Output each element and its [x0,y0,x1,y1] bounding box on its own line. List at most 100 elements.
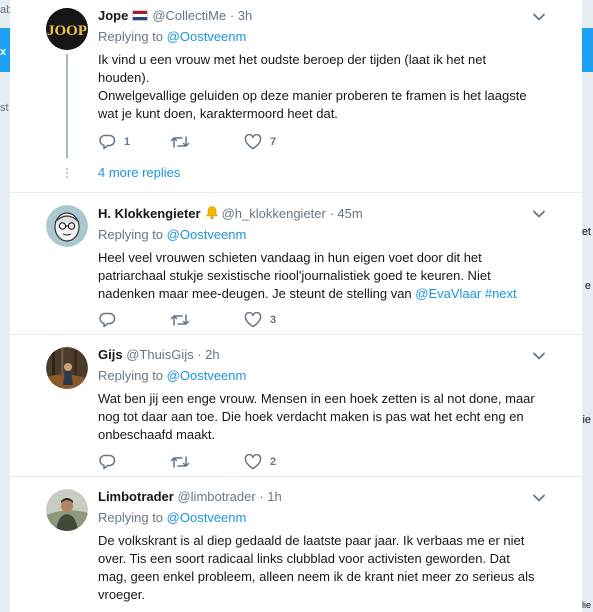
background-text: ie [582,414,591,426]
tweet[interactable]: JOOP Jope @CollectiMe · 3h Replying to @O… [10,0,582,193]
tweet-text-line: nog tot daar aan toe. Die hoek verdacht … [98,409,524,424]
tweet-text-line: Ik vind u een vrouw met het oudste beroe… [98,52,487,67]
background-text: x [0,46,7,58]
handle[interactable]: @limbotrader [177,489,255,504]
retweet-icon [170,456,190,468]
netherlands-flag-icon [132,10,149,21]
replying-to: Replying to @Oostveenm [98,510,570,526]
reply-button[interactable]: 1 [98,133,130,151]
retweet-icon [170,314,190,326]
reply-button[interactable] [98,453,124,471]
replying-to-label: Replying to [98,368,164,383]
heart-icon [244,134,262,150]
tweet-actions: 2 [98,453,358,473]
tweet-text-line: Heel veel vrouwen schieten vandaag in hu… [98,250,482,265]
retweet-button[interactable] [170,311,198,329]
tweet[interactable]: Limbotrader @limbotrader · 1h Replying t… [10,477,582,612]
tweet-text-segment: nadenken maar mee-deugen. Je steunt de s… [98,286,416,301]
thread-connector [66,54,68,158]
separator-dot: · [226,8,238,23]
avatar[interactable] [46,205,88,247]
display-name[interactable]: H. Klokkengieter [98,206,201,221]
like-button[interactable]: 2 [244,453,276,471]
tweet-text-line: wat je kunt doen, karaktermoord heet dat… [98,106,338,121]
avatar-photo-icon [46,347,88,389]
avatar[interactable] [46,489,88,531]
background-text: e [584,280,591,292]
handle[interactable]: @CollectiMe [152,8,226,23]
separator-dot: · [325,206,338,221]
handle[interactable]: @ThuisGijs [126,347,193,362]
chevron-down-icon[interactable] [532,10,546,24]
tweet-actions: 3 [98,311,358,331]
tweet-text-line: houden). [98,70,150,85]
like-button[interactable]: 3 [244,311,276,329]
chevron-down-icon[interactable] [532,207,546,221]
heart-icon [244,312,262,328]
replying-to-mention[interactable]: @Oostveenm [167,368,247,383]
replying-to-mention[interactable]: @Oostveenm [167,510,247,525]
reply-button[interactable] [98,311,124,329]
display-name[interactable]: Gijs [98,347,123,362]
tweet-text-line: Onwelgevallige geluiden op deze manier p… [98,88,527,103]
separator-dot: · [193,347,206,362]
avatar[interactable] [46,347,88,389]
more-replies-link[interactable]: 4 more replies [98,165,180,180]
tweet-text: Ik vind u een vrouw met het oudste beroe… [98,51,570,123]
background-text: et [581,226,591,238]
tweet-actions: 1 7 [98,133,358,153]
svg-text:JOOP: JOOP [47,23,87,39]
like-count: 7 [270,136,277,148]
hashtag-link[interactable]: #next [485,286,517,301]
tweet-header: Jope @CollectiMe · 3h [98,8,570,24]
tweet-text-line: vroeger. [98,587,145,602]
joop-logo-icon: JOOP [46,8,88,50]
reply-count: 1 [124,136,131,148]
replying-to-mention[interactable]: @Oostveenm [167,29,247,44]
tweet-text-line: patriarchaal stukje sexistische riool'jo… [98,268,491,283]
tweet-text-line: mag, geen enkel probleem, alleen neem ik… [98,569,535,584]
tweet-text-line: over. Tis een soort radicaal links clubb… [98,551,510,566]
replying-to-mention[interactable]: @Oostveenm [167,227,247,242]
heart-icon [244,454,262,470]
tweet-header: Limbotrader @limbotrader · 1h [98,489,570,505]
avatar-photo-icon [46,489,88,531]
tweet-text: Wat ben jij een enge vrouw. Mensen in ee… [98,390,570,444]
tweet-text: De volkskrant is al diep gedaald de laat… [98,532,570,604]
like-count: 3 [270,314,277,326]
tweet[interactable]: H. Klokkengieter @h_klokkengieter · 45m R… [10,193,582,335]
retweet-button[interactable] [170,453,198,471]
replying-to: Replying to @Oostveenm [98,29,570,45]
replying-to: Replying to @Oostveenm [98,227,570,243]
reply-icon [99,134,116,150]
tweet-header: Gijs @ThuisGijs · 2h [98,347,570,363]
reply-icon [99,312,116,328]
tweet[interactable]: Gijs @ThuisGijs · 2h Replying to @Oostve… [10,335,582,477]
like-button[interactable]: 7 [244,133,276,151]
replying-to-label: Replying to [98,29,164,44]
timestamp[interactable]: 1h [267,489,281,504]
background-text: st [0,102,9,114]
more-replies-dots [64,168,70,180]
handle[interactable]: @h_klokkengieter [222,206,326,221]
display-name[interactable]: Limbotrader [98,489,174,504]
tweet-text: Heel veel vrouwen schieten vandaag in hu… [98,249,570,303]
replying-to-label: Replying to [98,510,164,525]
avatar[interactable]: JOOP [46,8,88,50]
timestamp[interactable]: 2h [205,347,219,362]
retweet-button[interactable] [170,133,198,151]
replies-panel: JOOP Jope @CollectiMe · 3h Replying to @O… [10,0,582,612]
like-count: 2 [270,456,277,468]
tweet-mention-link[interactable]: @EvaVlaar [415,286,481,301]
tweet-text-line: Wat ben jij een enge vrouw. Mensen in ee… [98,391,535,406]
replying-to-label: Replying to [98,227,164,242]
chevron-down-icon[interactable] [532,349,546,363]
tweet-text-line: nadenken maar mee-deugen. Je steunt de s… [98,285,570,303]
timestamp[interactable]: 45m [337,206,362,221]
background-header-bar-right [581,28,593,72]
timestamp[interactable]: 3h [238,8,252,23]
retweet-icon [170,136,190,148]
display-name[interactable]: Jope [98,8,128,23]
avatar-illustration-icon [46,205,88,247]
chevron-down-icon[interactable] [532,491,546,505]
